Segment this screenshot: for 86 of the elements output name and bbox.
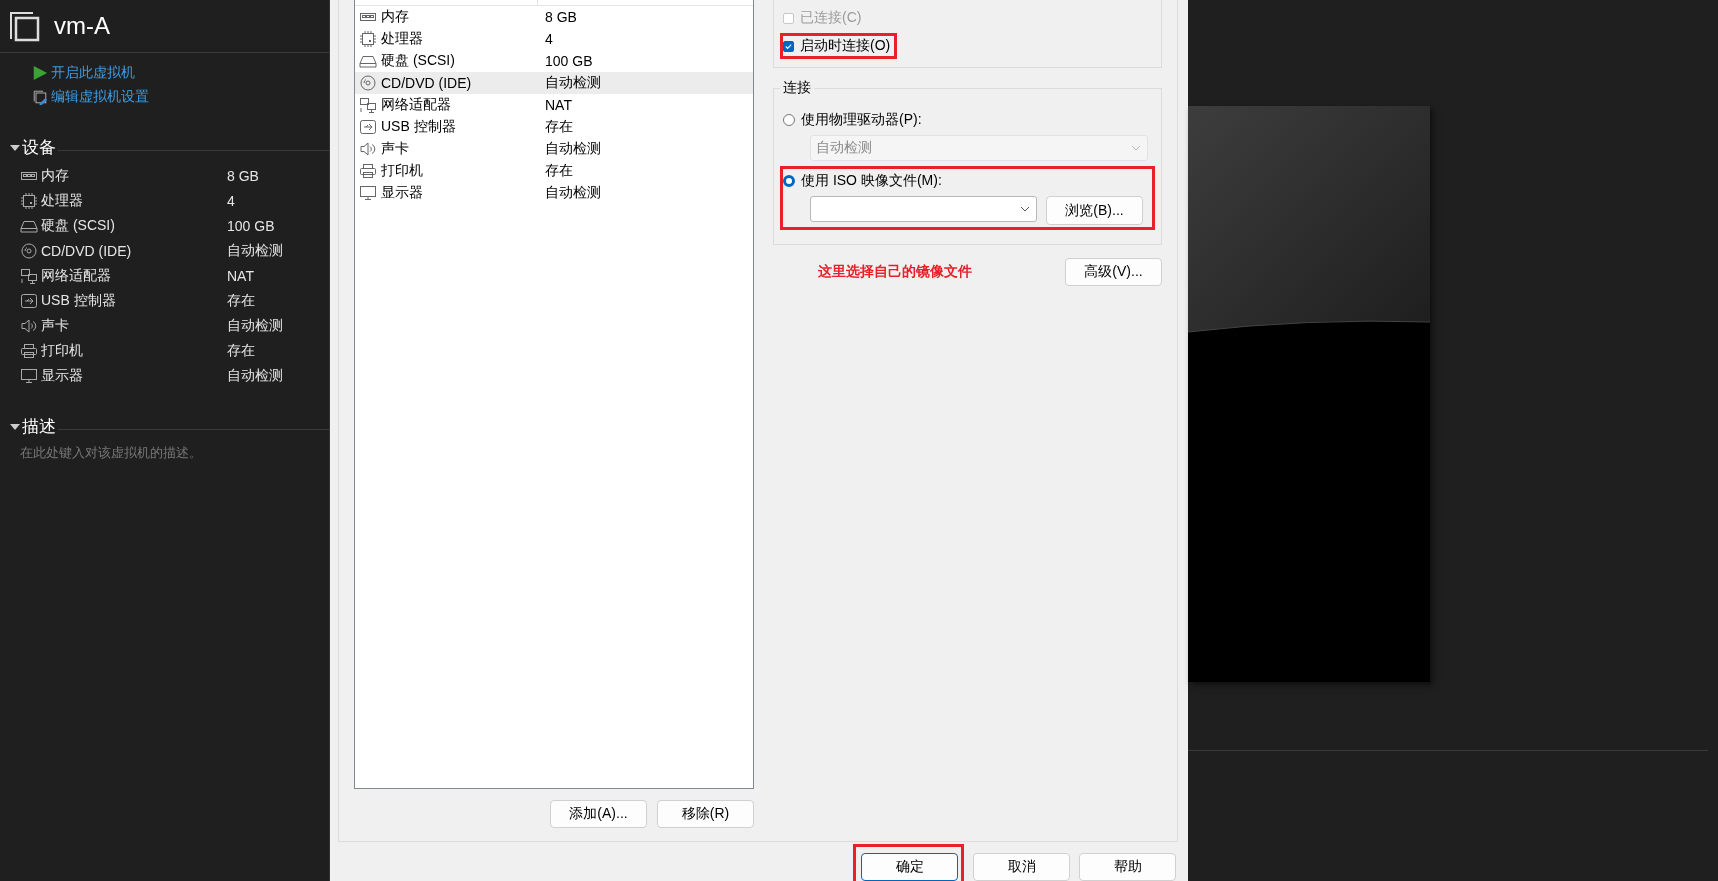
- device-summary: 8 GB: [227, 167, 259, 184]
- device-summary: 自动检测: [544, 74, 601, 92]
- disk-drive-icon: [359, 53, 377, 69]
- device-name[interactable]: 网络适配器: [41, 266, 227, 285]
- device-list-row[interactable]: 网络适配器 NAT: [355, 94, 753, 116]
- virtual-machine-icon: [8, 10, 40, 42]
- help-button[interactable]: 帮助: [1079, 853, 1176, 881]
- device-summary: 自动检测: [544, 140, 601, 158]
- device-name: 硬盘 (SCSI): [380, 52, 456, 70]
- monitor-icon: [20, 367, 38, 384]
- chip-icon: [20, 192, 38, 209]
- disc-icon: [20, 242, 38, 259]
- check-icon: [784, 41, 793, 51]
- radio-button[interactable]: 使用物理驱动器(P):: [783, 110, 1148, 130]
- browse-button[interactable]: 浏览(B)...: [1046, 196, 1143, 225]
- device-name: 声卡: [380, 140, 410, 158]
- device-name: 内存: [380, 8, 410, 26]
- device-name: CD/DVD (IDE): [380, 75, 473, 91]
- radio-button[interactable]: 使用 ISO 映像文件(M):: [783, 171, 1148, 191]
- section-title[interactable]: 描述: [22, 415, 56, 438]
- device-summary: 100 GB: [544, 53, 593, 69]
- disc-icon: [359, 75, 377, 91]
- monitor-icon: [359, 185, 377, 201]
- action-link[interactable]: 编辑虚拟机设置: [31, 86, 329, 108]
- device-summary: NAT: [227, 267, 254, 284]
- checkbox[interactable]: 启动时连接(O): [783, 37, 891, 55]
- device-list-row[interactable]: 打印机 存在: [355, 160, 753, 182]
- device-name: 显示器: [380, 184, 424, 202]
- device-name: 打印机: [380, 162, 424, 180]
- dropdown-field[interactable]: [810, 196, 1037, 222]
- device-list-row[interactable]: 声卡 自动检测: [355, 138, 753, 160]
- printer-icon: [20, 342, 38, 359]
- device-summary: 存在: [544, 118, 573, 136]
- device-summary: 存在: [544, 162, 573, 180]
- description-placeholder[interactable]: 在此处键入对该虚拟机的描述。: [0, 438, 329, 462]
- play-icon: [31, 65, 49, 81]
- speaker-icon: [20, 317, 38, 334]
- speaker-icon: [359, 141, 377, 157]
- group-title: 连接: [780, 79, 814, 97]
- device-name[interactable]: 打印机: [41, 341, 227, 360]
- vm-title: vm-A: [54, 12, 110, 40]
- device-name[interactable]: 显示器: [41, 366, 227, 385]
- device-name: USB 控制器: [380, 118, 457, 136]
- device-summary: 自动检测: [227, 366, 283, 385]
- device-list-row[interactable]: USB 控制器 存在: [355, 116, 753, 138]
- device-summary: 存在: [227, 341, 255, 360]
- device-summary: 100 GB: [227, 217, 275, 234]
- device-summary: 自动检测: [544, 184, 601, 202]
- annotation-note: 这里选择自己的镜像文件: [818, 263, 972, 281]
- device-summary: 存在: [227, 291, 255, 310]
- section-title[interactable]: 设备: [22, 136, 56, 159]
- chevron-down-icon: [1131, 145, 1141, 151]
- device-list-row[interactable]: CD/DVD (IDE) 自动检测: [355, 72, 753, 94]
- device-name[interactable]: USB 控制器: [41, 291, 227, 310]
- network-icon: [359, 97, 377, 113]
- device-list-row[interactable]: 硬盘 (SCSI) 100 GB: [355, 50, 753, 72]
- add-button[interactable]: 添加(A)...: [550, 800, 647, 828]
- cancel-button[interactable]: 取消: [973, 853, 1070, 881]
- device-name[interactable]: 硬盘 (SCSI): [41, 216, 227, 235]
- device-summary: 自动检测: [227, 316, 283, 335]
- device-summary: 4: [544, 31, 553, 47]
- printer-icon: [359, 163, 377, 179]
- ok-button[interactable]: 确定: [861, 853, 958, 881]
- chip-icon: [359, 31, 377, 47]
- device-name[interactable]: 处理器: [41, 191, 227, 210]
- chevron-down-icon: [1020, 206, 1030, 212]
- device-list-row[interactable]: 显示器 自动检测: [355, 182, 753, 204]
- action-link[interactable]: 开启此虚拟机: [31, 62, 329, 84]
- device-list[interactable]: 内存 8 GB 处理器 4 硬盘 (SCSI) 100 GB CD/DVD (IDE) 自动检测 网络适配器 NAT USB 控制器 存在 声卡 自动检测 打印机 存在 显示器 自动检测: [354, 0, 754, 789]
- device-list-row[interactable]: 处理器 4: [355, 28, 753, 50]
- device-name[interactable]: 内存: [41, 166, 227, 185]
- device-summary: 4: [227, 192, 235, 209]
- device-name[interactable]: CD/DVD (IDE): [41, 242, 227, 259]
- remove-button[interactable]: 移除(R): [657, 800, 754, 828]
- device-summary: NAT: [544, 97, 572, 113]
- device-name: 网络适配器: [380, 96, 452, 114]
- device-summary: 8 GB: [544, 9, 577, 25]
- device-name[interactable]: 声卡: [41, 316, 227, 335]
- usb-icon: [20, 292, 38, 309]
- device-summary: 自动检测: [227, 241, 283, 260]
- network-icon: [20, 267, 38, 284]
- usb-icon: [359, 119, 377, 135]
- settings-edit-icon: [31, 89, 49, 105]
- device-list-row[interactable]: 内存 8 GB: [355, 6, 753, 28]
- advanced-button[interactable]: 高级(V)...: [1065, 258, 1162, 286]
- device-name: 处理器: [380, 30, 424, 48]
